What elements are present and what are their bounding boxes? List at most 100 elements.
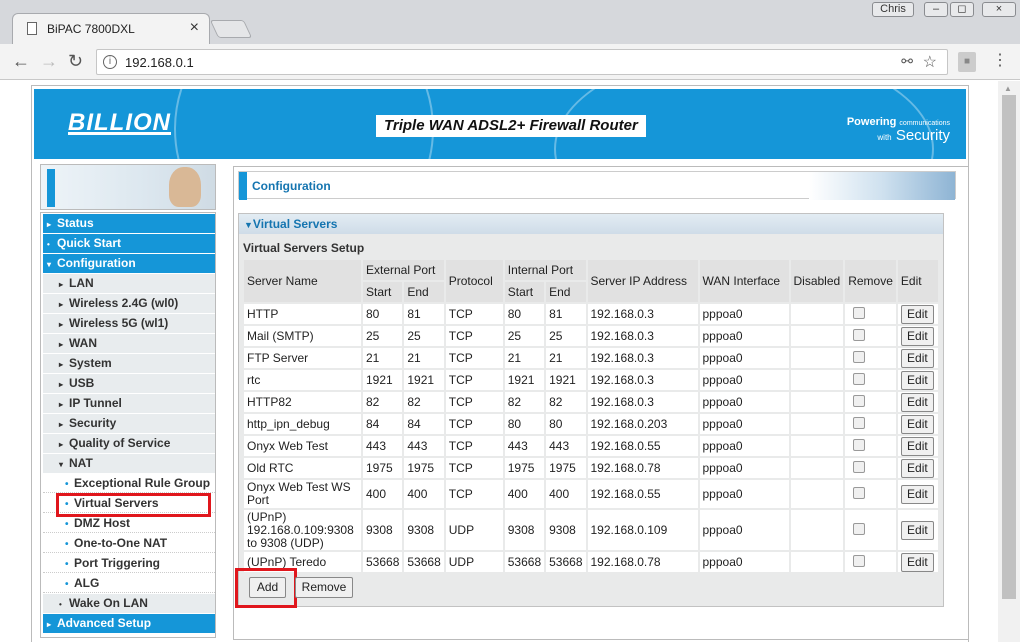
sidebar-item-system[interactable]: ▸ System bbox=[43, 354, 215, 373]
highlight-virtual-servers bbox=[56, 493, 211, 517]
remove-cell bbox=[845, 458, 896, 478]
address-bar[interactable]: i 192.168.0.1 ⚯ ☆ bbox=[96, 49, 948, 75]
wan-interface-cell: pppoa0 bbox=[699, 392, 789, 412]
int-start-cell: 25 bbox=[504, 326, 545, 346]
remove-checkbox[interactable] bbox=[853, 460, 866, 473]
browser-tab[interactable]: BiPAC 7800DXL × bbox=[12, 13, 210, 44]
edit-button[interactable]: Edit bbox=[900, 484, 934, 504]
new-tab-button[interactable] bbox=[209, 20, 253, 38]
remove-checkbox[interactable] bbox=[853, 416, 866, 429]
scrollbar-thumb[interactable] bbox=[1002, 95, 1016, 599]
edit-button[interactable]: Edit bbox=[900, 304, 934, 324]
sidebar-item-lan[interactable]: ▸ LAN bbox=[43, 274, 215, 293]
remove-cell bbox=[845, 304, 896, 324]
sidebar-item-alg[interactable]: • ALG bbox=[43, 574, 215, 593]
edit-cell: Edit bbox=[897, 414, 938, 434]
server-ip-cell: 192.168.0.78 bbox=[587, 552, 698, 572]
remove-cell bbox=[845, 326, 896, 346]
protocol-cell: TCP bbox=[445, 436, 503, 456]
browser-menu-icon[interactable]: ⋮ bbox=[992, 50, 1008, 70]
collapse-arrow-icon[interactable]: ▼ bbox=[244, 220, 253, 230]
sidebar-item-wireless-2-4g-wl0[interactable]: ▸ Wireless 2.4G (wl0) bbox=[43, 294, 215, 313]
sidebar-item-port-triggering[interactable]: • Port Triggering bbox=[43, 554, 215, 573]
add-button[interactable]: Add bbox=[249, 577, 286, 598]
edit-cell: Edit bbox=[897, 326, 938, 346]
sidebar-item-exceptional-rule-group[interactable]: • Exceptional Rule Group bbox=[43, 474, 215, 493]
ext-end-cell: 25 bbox=[404, 326, 444, 346]
ext-start-cell: 443 bbox=[363, 436, 403, 456]
sidebar-item-wan[interactable]: ▸ WAN bbox=[43, 334, 215, 353]
tab-close-icon[interactable]: × bbox=[190, 19, 199, 37]
remove-checkbox[interactable] bbox=[853, 438, 866, 451]
protocol-cell: TCP bbox=[445, 458, 503, 478]
forward-arrow-icon[interactable]: → bbox=[40, 51, 58, 72]
sidebar-item-advanced-setup[interactable]: ▸ Advanced Setup bbox=[43, 614, 215, 633]
remove-checkbox[interactable] bbox=[853, 394, 866, 407]
router-header: BILLION Triple WAN ADSL2+ Firewall Route… bbox=[34, 89, 966, 159]
sidebar-item-label: Wake On LAN bbox=[69, 596, 148, 610]
col-wan-interface: WAN Interface bbox=[699, 260, 789, 302]
sidebar-item-wireless-5g-wl1[interactable]: ▸ Wireless 5G (wl1) bbox=[43, 314, 215, 333]
edit-button[interactable]: Edit bbox=[900, 392, 934, 412]
sidebar-item-usb[interactable]: ▸ USB bbox=[43, 374, 215, 393]
ext-start-cell: 400 bbox=[363, 480, 403, 508]
remove-button[interactable]: Remove bbox=[295, 577, 353, 598]
remove-checkbox[interactable] bbox=[853, 350, 866, 363]
disabled-cell bbox=[790, 436, 844, 456]
back-arrow-icon[interactable]: ← bbox=[12, 51, 30, 72]
sidebar-item-ip-tunnel[interactable]: ▸ IP Tunnel bbox=[43, 394, 215, 413]
sidebar-item-wake-on-lan[interactable]: • Wake On LAN bbox=[43, 594, 215, 613]
url-text[interactable]: 192.168.0.1 bbox=[125, 55, 194, 70]
sidebar-item-quality-of-service[interactable]: ▸ Quality of Service bbox=[43, 434, 215, 453]
int-end-cell: 82 bbox=[546, 392, 586, 412]
tagline-small-1: communications bbox=[899, 120, 950, 127]
page-icon bbox=[27, 22, 37, 35]
profile-button[interactable]: Chris bbox=[872, 2, 914, 17]
col-int-start: Start bbox=[504, 282, 545, 302]
key-icon[interactable]: ⚯ bbox=[901, 53, 913, 70]
close-window-button[interactable]: × bbox=[982, 2, 1016, 17]
edit-button[interactable]: Edit bbox=[900, 436, 934, 456]
sidebar-item-nat[interactable]: ▾ NAT bbox=[43, 454, 215, 473]
maximize-button[interactable]: ◻ bbox=[950, 2, 974, 17]
server-name-cell: Mail (SMTP) bbox=[244, 326, 361, 346]
disabled-cell bbox=[790, 326, 844, 346]
scroll-up-icon[interactable]: ▲ bbox=[1004, 84, 1012, 93]
info-icon[interactable]: i bbox=[103, 55, 117, 69]
sidebar-item-one-to-one-nat[interactable]: • One-to-One NAT bbox=[43, 534, 215, 553]
vertical-scrollbar[interactable]: ▲ bbox=[998, 81, 1020, 642]
ext-end-cell: 400 bbox=[404, 480, 444, 508]
remove-checkbox[interactable] bbox=[853, 486, 866, 499]
sidebar-item-quick-start[interactable]: • Quick Start bbox=[43, 234, 215, 253]
edit-cell: Edit bbox=[897, 370, 938, 390]
sidebar-item-label: WAN bbox=[69, 336, 97, 350]
int-end-cell: 400 bbox=[546, 480, 586, 508]
edit-button[interactable]: Edit bbox=[900, 348, 934, 368]
extension-icon[interactable]: ■ bbox=[958, 52, 976, 72]
edit-button[interactable]: Edit bbox=[900, 552, 934, 572]
sidebar-item-label: Advanced Setup bbox=[57, 616, 152, 630]
edit-button[interactable]: Edit bbox=[900, 414, 934, 434]
reload-icon[interactable]: ↻ bbox=[68, 51, 83, 72]
virtual-servers-header[interactable]: ▼Virtual Servers bbox=[239, 214, 943, 234]
sidebar-item-status[interactable]: ▸ Status bbox=[43, 214, 215, 233]
remove-checkbox[interactable] bbox=[853, 328, 866, 341]
remove-checkbox[interactable] bbox=[853, 306, 866, 319]
bookmark-star-icon[interactable]: ☆ bbox=[923, 52, 937, 72]
ext-start-cell: 1921 bbox=[363, 370, 403, 390]
sidebar-item-configuration[interactable]: ▾ Configuration bbox=[43, 254, 215, 273]
disabled-cell bbox=[790, 480, 844, 508]
edit-button[interactable]: Edit bbox=[900, 458, 934, 478]
edit-button[interactable]: Edit bbox=[900, 520, 934, 540]
edit-button[interactable]: Edit bbox=[900, 326, 934, 346]
edit-button[interactable]: Edit bbox=[900, 370, 934, 390]
remove-checkbox[interactable] bbox=[853, 522, 866, 535]
int-start-cell: 9308 bbox=[504, 510, 545, 550]
wan-interface-cell: pppoa0 bbox=[699, 480, 789, 508]
remove-checkbox[interactable] bbox=[853, 372, 866, 385]
sidebar-item-label: IP Tunnel bbox=[69, 396, 122, 410]
remove-checkbox[interactable] bbox=[853, 554, 866, 567]
disabled-cell bbox=[790, 458, 844, 478]
minimize-button[interactable]: ‒ bbox=[924, 2, 948, 17]
sidebar-item-security[interactable]: ▸ Security bbox=[43, 414, 215, 433]
